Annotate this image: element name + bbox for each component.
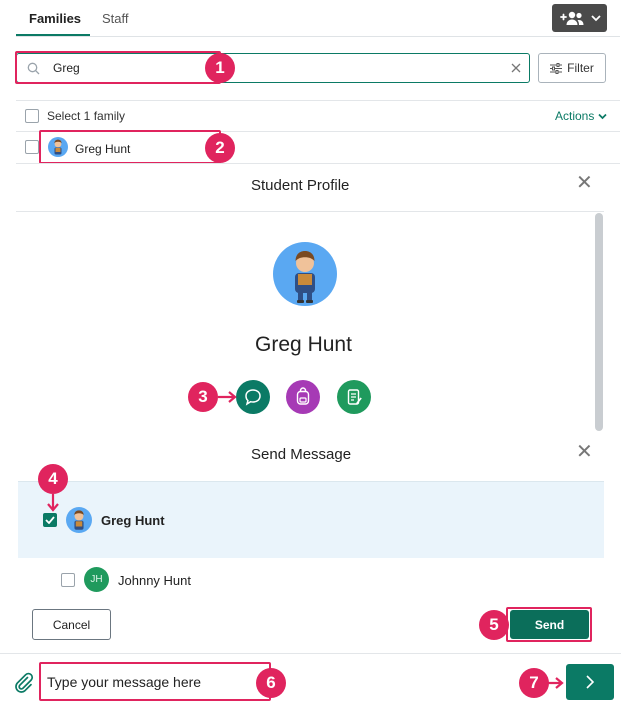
select-all-checkbox[interactable] [25,109,39,123]
profile-header-divider [16,211,604,212]
filter-label: Filter [567,61,594,75]
backpack-icon [296,387,310,405]
callout-box-2 [39,130,221,164]
chevron-right-icon [586,675,595,689]
callout-arrow-4-icon [47,494,59,512]
checkmark-icon [45,516,55,524]
recipient-johnny-avatar: JH [84,567,109,592]
list-divider-bottom [16,163,620,164]
paperclip-icon[interactable] [12,671,34,693]
recipient-greg-name: Greg Hunt [101,513,165,528]
recipient-johnny-checkbox[interactable] [61,573,75,587]
callout-box-5 [506,607,592,642]
message-action-button[interactable] [236,380,270,414]
student-profile-title: Student Profile [251,177,350,194]
add-people-button[interactable] [552,4,607,32]
recipient-greg-avatar [66,507,92,533]
close-send-message-icon[interactable]: ✕ [576,442,593,462]
student-avatar-icon [295,251,315,303]
list-divider-top [16,100,620,101]
chevron-down-icon [598,113,607,119]
student-avatar-icon [74,510,84,530]
student-avatar-large [273,242,337,306]
send-message-arrow-button[interactable] [566,664,614,700]
select-count-label: Select 1 family [47,109,126,123]
actions-menu[interactable]: Actions [555,109,607,123]
filter-sliders-icon [550,62,563,74]
actions-label: Actions [555,109,595,123]
recipient-johnny-name: Johnny Hunt [118,573,191,588]
result-checkbox[interactable] [25,140,39,154]
profile-scrollbar[interactable] [595,213,603,431]
callout-badge-4: 4 [38,464,68,494]
callout-arrow-3-icon [218,391,237,403]
tab-staff[interactable]: Staff [102,11,129,26]
recipient-greg-checkbox[interactable] [43,513,57,527]
student-name: Greg Hunt [255,333,352,356]
tab-families[interactable]: Families [29,11,81,26]
chat-icon [245,389,261,406]
chevron-down-icon [590,15,601,22]
tabs-divider [16,36,620,37]
callout-badge-5: 5 [479,610,509,640]
backpack-action-button[interactable] [286,380,320,414]
send-message-title: Send Message [251,446,352,463]
notes-action-button[interactable] [337,380,371,414]
callout-arrow-7-icon [545,677,564,689]
callout-badge-1: 1 [205,53,235,83]
callout-box-1 [15,51,221,84]
callout-badge-6: 6 [256,668,286,698]
callout-badge-2: 2 [205,133,235,163]
add-people-icon [559,11,583,25]
callout-badge-3: 3 [188,382,218,412]
composer-divider [0,653,621,654]
filter-button[interactable]: Filter [538,53,606,83]
clear-icon[interactable] [511,63,521,73]
close-profile-icon[interactable]: ✕ [576,173,593,193]
cancel-button[interactable]: Cancel [32,609,111,640]
callout-box-6 [39,662,271,701]
notes-icon [347,389,362,405]
